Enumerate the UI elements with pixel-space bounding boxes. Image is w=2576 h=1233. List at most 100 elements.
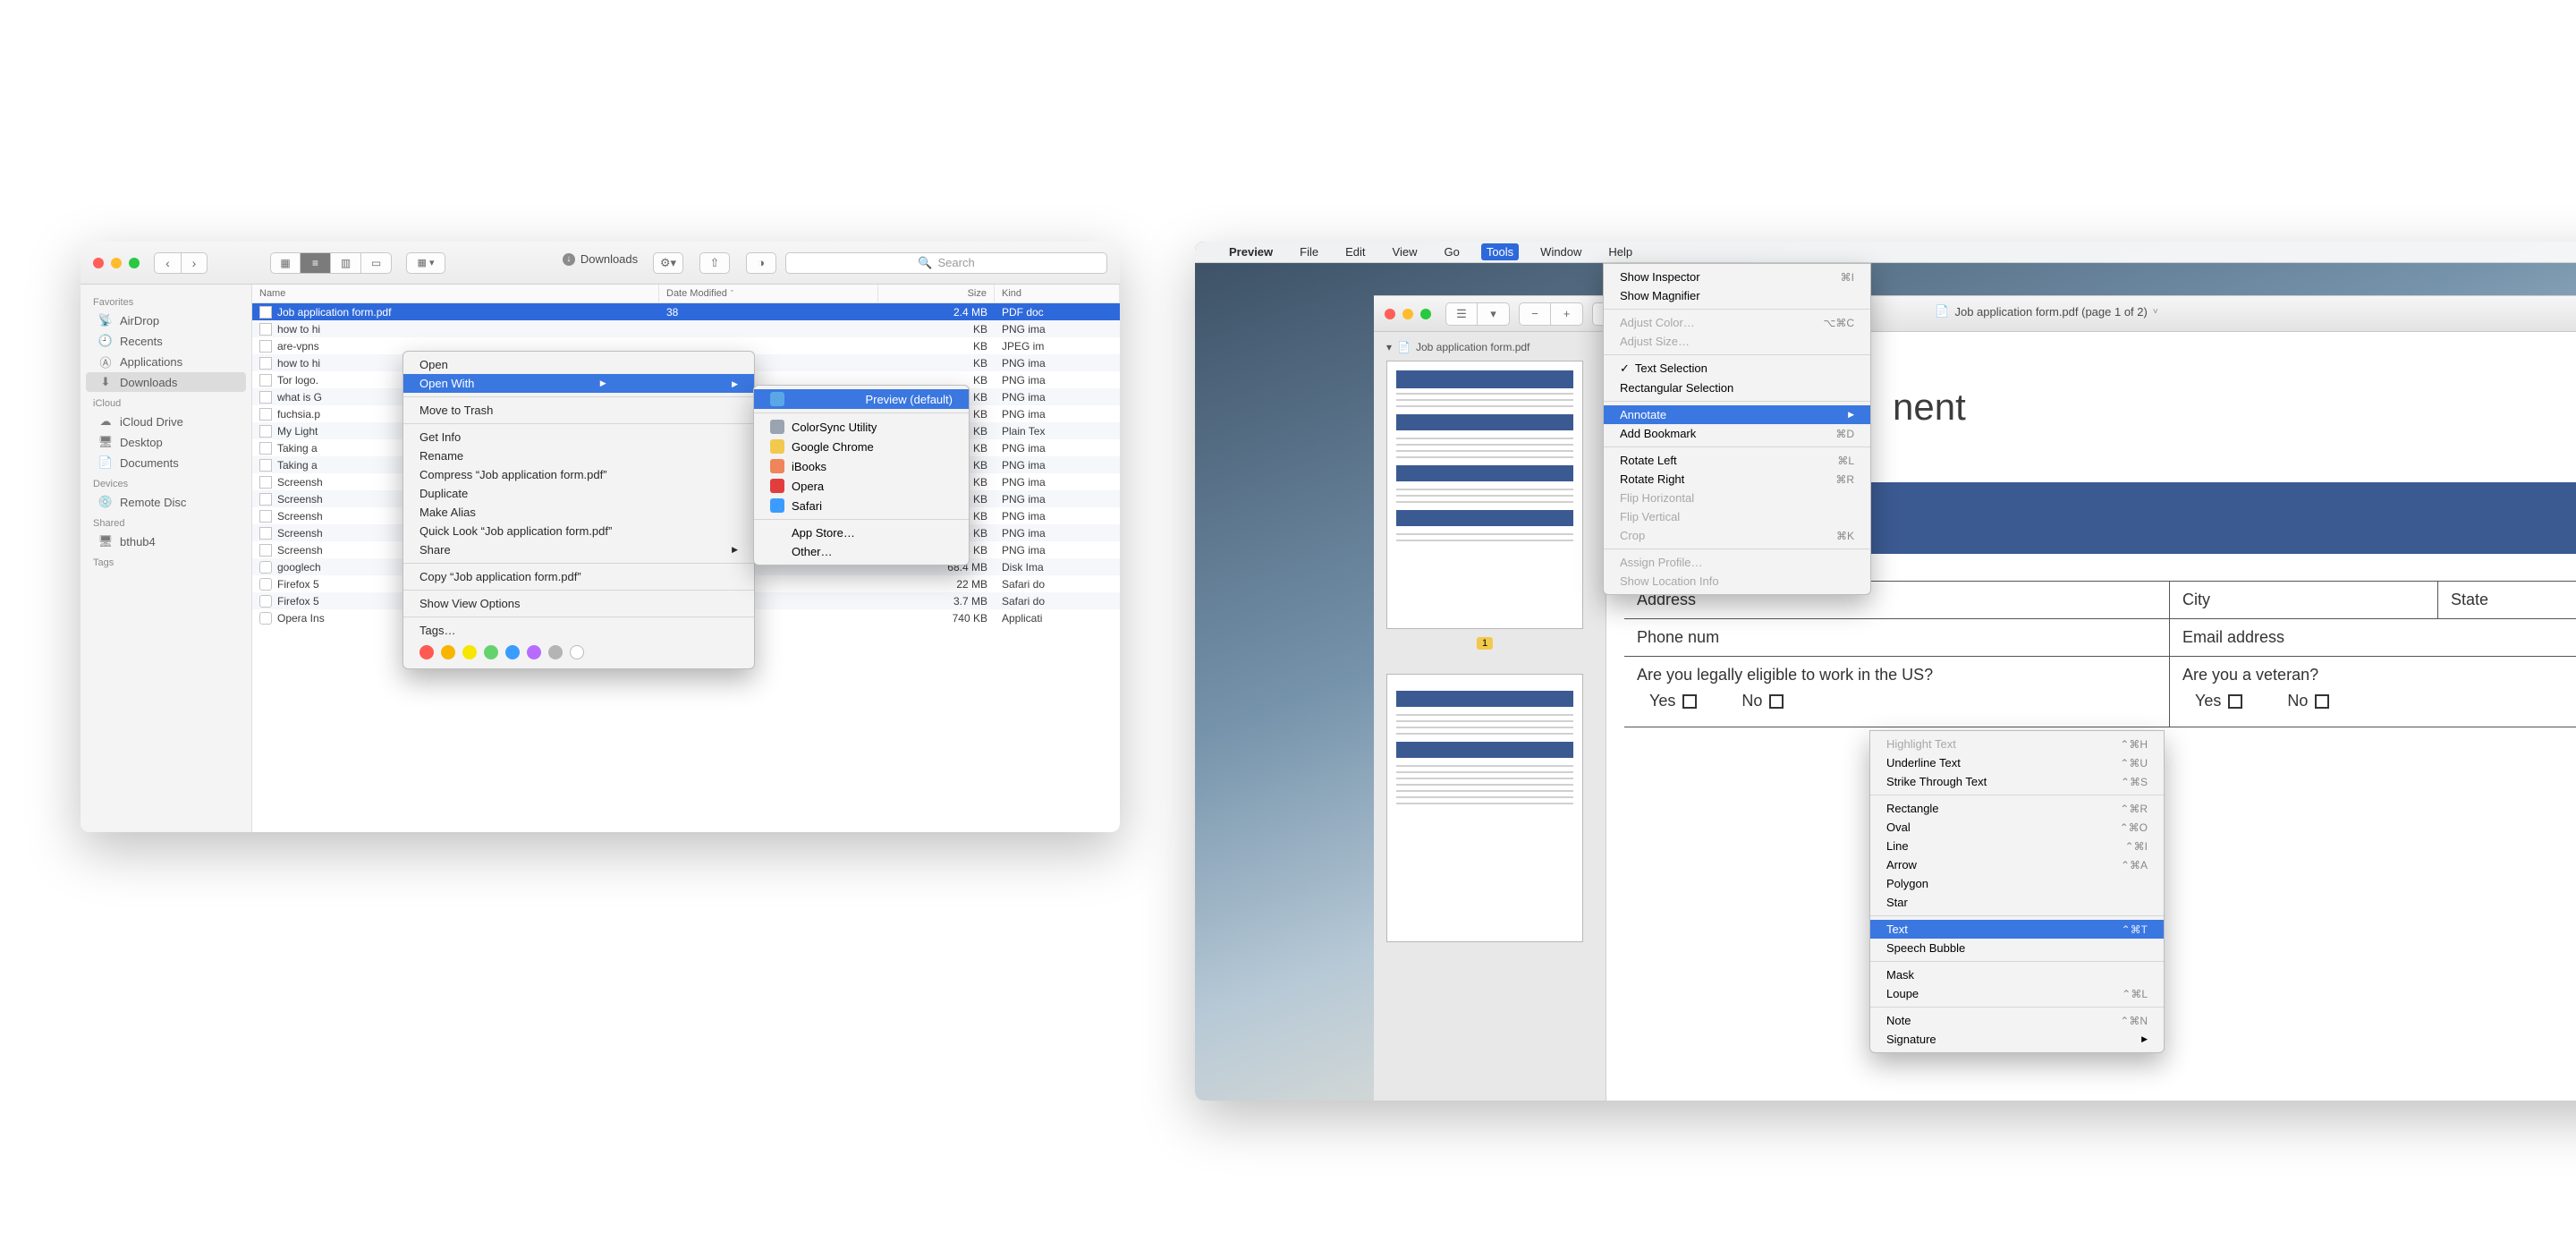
- sidebar-toggle-button[interactable]: ☰: [1445, 302, 1478, 326]
- share-button[interactable]: ⇧: [699, 252, 730, 274]
- menu-item[interactable]: Polygon: [1870, 874, 2164, 893]
- menubar-item[interactable]: Tools: [1481, 243, 1519, 260]
- list-header[interactable]: Name Date Modifiedˇ Size Kind: [252, 285, 1120, 303]
- sidebar-item[interactable]: ⬇Downloads: [86, 372, 246, 392]
- tags-button[interactable]: ◑: [746, 252, 776, 274]
- thumbnail-sidebar[interactable]: ▾📄Job application form.pdf 1: [1374, 332, 1606, 1101]
- minimize-button[interactable]: [111, 258, 122, 268]
- tag-dot[interactable]: [548, 645, 563, 659]
- menu-item[interactable]: Annotate▶: [1604, 405, 1870, 424]
- tag-colors[interactable]: [403, 640, 754, 665]
- context-menu-item[interactable]: Rename: [403, 446, 754, 465]
- tag-dot[interactable]: [441, 645, 455, 659]
- close-button[interactable]: [93, 258, 104, 268]
- checkbox[interactable]: [2228, 694, 2242, 709]
- menu-item[interactable]: Signature▶: [1870, 1030, 2164, 1049]
- col-size[interactable]: Size: [878, 285, 995, 302]
- menu-bar[interactable]: PreviewFileEditViewGoToolsWindowHelp: [1195, 242, 2576, 263]
- file-row[interactable]: how to hi KB PNG ima: [252, 320, 1120, 337]
- col-name[interactable]: Name: [252, 285, 659, 302]
- open-with-item[interactable]: ColorSync Utility: [754, 417, 969, 437]
- search-field[interactable]: 🔍 Search: [785, 252, 1107, 274]
- context-menu-item[interactable]: Move to Trash: [403, 401, 754, 420]
- menubar-item[interactable]: Window: [1535, 243, 1587, 260]
- menu-item[interactable]: Text⌃⌘T: [1870, 920, 2164, 939]
- context-menu-item[interactable]: Tags…: [403, 621, 754, 640]
- zoom-in-button[interactable]: +: [1551, 302, 1583, 326]
- context-menu-item[interactable]: Quick Look “Job application form.pdf”: [403, 522, 754, 540]
- menu-item[interactable]: Add Bookmark⌘D: [1604, 424, 1870, 443]
- file-row[interactable]: Job application form.pdf 38 2.4 MB PDF d…: [252, 303, 1120, 320]
- menu-item[interactable]: Loupe⌃⌘L: [1870, 984, 2164, 1003]
- tools-menu[interactable]: Show Inspector⌘IShow MagnifierAdjust Col…: [1603, 263, 1871, 595]
- tag-dot[interactable]: [419, 645, 434, 659]
- open-with-item[interactable]: iBooks: [754, 456, 969, 476]
- menu-item[interactable]: Rectangle⌃⌘R: [1870, 799, 2164, 818]
- menu-item[interactable]: Rotate Right⌘R: [1604, 470, 1870, 489]
- menu-item[interactable]: Text Selection: [1604, 359, 1870, 378]
- col-date[interactable]: Date Modifiedˇ: [659, 285, 878, 302]
- sidebar-item[interactable]: 🖥Desktop: [86, 432, 246, 452]
- menu-item[interactable]: Underline Text⌃⌘U: [1870, 753, 2164, 772]
- open-with-item[interactable]: Preview (default): [754, 389, 969, 409]
- menu-item[interactable]: Show Inspector⌘I: [1604, 268, 1870, 286]
- checkbox[interactable]: [1769, 694, 1784, 709]
- annotate-submenu[interactable]: Highlight Text⌃⌘HUnderline Text⌃⌘UStrike…: [1869, 730, 2165, 1053]
- context-menu-item[interactable]: Make Alias: [403, 503, 754, 522]
- sidebar-item[interactable]: ⒶApplications: [86, 352, 246, 371]
- zoom-out-button[interactable]: −: [1519, 302, 1551, 326]
- context-menu-item[interactable]: Show View Options: [403, 594, 754, 613]
- menu-item[interactable]: Oval⌃⌘O: [1870, 818, 2164, 837]
- menu-item[interactable]: Note⌃⌘N: [1870, 1011, 2164, 1030]
- action-menu-button[interactable]: ⚙▾: [653, 252, 683, 274]
- menu-item[interactable]: Rotate Left⌘L: [1604, 451, 1870, 470]
- tag-dot[interactable]: [570, 645, 584, 659]
- sidebar-item[interactable]: ☁iCloud Drive: [86, 412, 246, 431]
- context-menu-item[interactable]: Get Info: [403, 428, 754, 446]
- sidebar-item[interactable]: 🕘Recents: [86, 331, 246, 351]
- menu-item[interactable]: Mask: [1870, 965, 2164, 984]
- menu-item[interactable]: Line⌃⌘I: [1870, 837, 2164, 855]
- minimize-button[interactable]: [1402, 309, 1413, 319]
- context-menu-item[interactable]: Duplicate: [403, 484, 754, 503]
- sidebar-item[interactable]: 📡AirDrop: [86, 310, 246, 330]
- arrange-button[interactable]: ▦ ▾: [406, 252, 445, 274]
- context-menu-item[interactable]: Open With▶: [403, 374, 754, 393]
- menubar-item[interactable]: View: [1387, 243, 1423, 260]
- close-button[interactable]: [1385, 309, 1395, 319]
- tag-dot[interactable]: [484, 645, 498, 659]
- list-view-button[interactable]: ≡: [301, 252, 331, 274]
- gallery-view-button[interactable]: ▭: [361, 252, 392, 274]
- forward-button[interactable]: ›: [181, 252, 208, 274]
- icon-view-button[interactable]: ▦: [270, 252, 301, 274]
- sidebar-item[interactable]: 📄Documents: [86, 453, 246, 472]
- context-menu[interactable]: OpenOpen With▶ Move to Trash Get InfoRenam…: [402, 351, 755, 669]
- menubar-item[interactable]: Preview: [1224, 243, 1278, 260]
- page-thumbnail-2[interactable]: [1386, 674, 1583, 942]
- menu-item[interactable]: Speech Bubble: [1870, 939, 2164, 957]
- menubar-item[interactable]: Edit: [1340, 243, 1370, 260]
- open-with-item[interactable]: Other…: [754, 542, 969, 561]
- open-with-item[interactable]: App Store…: [754, 523, 969, 542]
- open-with-submenu[interactable]: Preview (default) ColorSync UtilityGoogle…: [753, 385, 970, 565]
- checkbox[interactable]: [2315, 694, 2329, 709]
- tag-dot[interactable]: [462, 645, 477, 659]
- sidebar-item[interactable]: 🖥bthub4: [86, 531, 246, 551]
- checkbox[interactable]: [1682, 694, 1697, 709]
- menu-item[interactable]: Star: [1870, 893, 2164, 912]
- zoom-button[interactable]: [129, 258, 140, 268]
- sidebar-item[interactable]: 💿Remote Disc: [86, 492, 246, 512]
- context-menu-item[interactable]: Open: [403, 355, 754, 374]
- menu-item[interactable]: Show Magnifier: [1604, 286, 1870, 305]
- view-switcher[interactable]: ▦ ≡ ▥ ▭: [270, 252, 392, 274]
- column-view-button[interactable]: ▥: [331, 252, 361, 274]
- col-kind[interactable]: Kind: [995, 285, 1120, 302]
- back-button[interactable]: ‹: [154, 252, 181, 274]
- menubar-item[interactable]: Go: [1438, 243, 1464, 260]
- context-menu-item[interactable]: Compress “Job application form.pdf”: [403, 465, 754, 484]
- tag-dot[interactable]: [505, 645, 520, 659]
- menubar-item[interactable]: Help: [1603, 243, 1638, 260]
- open-with-item[interactable]: Opera: [754, 476, 969, 496]
- open-with-item[interactable]: Google Chrome: [754, 437, 969, 456]
- context-menu-item[interactable]: Share: [403, 540, 754, 559]
